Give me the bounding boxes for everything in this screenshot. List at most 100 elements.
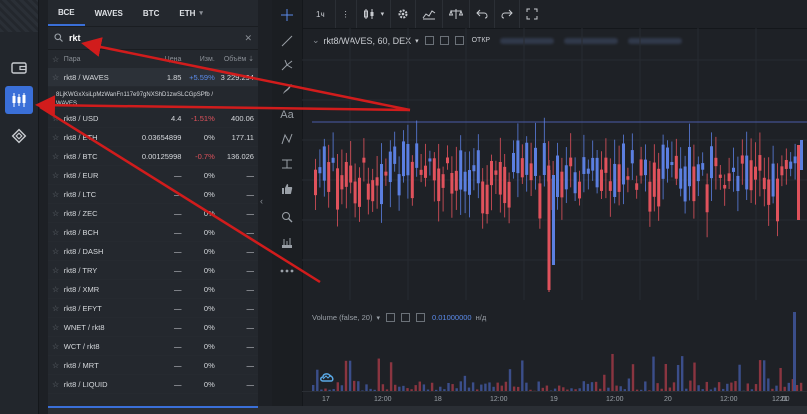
- table-row[interactable]: ☆ rkt8 / DASH — 0% —: [48, 242, 258, 261]
- time-tick: 12:00: [720, 396, 738, 403]
- table-row[interactable]: ☆ rkt8 / MRT — 0% —: [48, 356, 258, 375]
- brush-icon[interactable]: [277, 80, 297, 98]
- collapse-panel-icon[interactable]: ‹: [260, 196, 270, 210]
- table-row[interactable]: ☆ rkt8 / USD 4.4 -1.51% 400.06: [48, 109, 258, 128]
- pattern-icon[interactable]: [277, 130, 297, 148]
- star-icon[interactable]: ☆: [52, 152, 62, 161]
- star-icon[interactable]: ☆: [52, 342, 62, 351]
- star-icon[interactable]: ☆: [52, 73, 62, 82]
- star-icon[interactable]: ☆: [52, 323, 62, 332]
- table-row[interactable]: ☆ rkt8 / LIQUID — 0% —: [48, 375, 258, 394]
- candle-body: [600, 169, 603, 191]
- table-row[interactable]: ☆ rkt8 / TRY — 0% —: [48, 261, 258, 280]
- candle-body: [749, 160, 753, 191]
- table-row[interactable]: ☆ rkt8 / BTC 0.00125998 -0.7% 136.026: [48, 147, 258, 166]
- time-axis[interactable]: 17 12:00 18 12:00 19 12:00 20 12:00 21 12:00: [302, 391, 807, 407]
- pair-name: rkt8 / LTC: [63, 189, 97, 199]
- candle-body: [375, 177, 379, 186]
- pair-price: —: [173, 170, 182, 180]
- candle-body: [318, 167, 322, 174]
- search-input[interactable]: [67, 32, 245, 44]
- pair-price: —: [173, 379, 182, 389]
- bottom-bar: [48, 406, 807, 414]
- clear-search-icon[interactable]: ✕: [244, 33, 252, 44]
- star-icon[interactable]: ☆: [52, 171, 62, 180]
- star-icon[interactable]: ☆: [52, 247, 62, 256]
- candle-body: [494, 170, 498, 175]
- volume-bar: [656, 383, 659, 391]
- candle-body: [336, 168, 339, 210]
- pair-price: 0.03654899: [141, 132, 182, 142]
- candle-body: [331, 157, 335, 163]
- pair-change: 0%: [203, 208, 215, 218]
- thumbs-up-icon[interactable]: [277, 180, 297, 198]
- crosshair-icon[interactable]: [277, 6, 297, 24]
- chart-area[interactable]: Aa 1ч ⋮ ▾ ⌄ rkt8/WAVES, 60, DEX ▾ ОТКР V…: [272, 0, 807, 414]
- candle-body: [635, 183, 639, 190]
- trading-candles-icon[interactable]: [5, 86, 33, 114]
- volume-bar: [484, 383, 487, 391]
- volume-bar: [758, 360, 762, 391]
- zoom-icon[interactable]: [277, 208, 297, 226]
- pair-volume: —: [246, 170, 254, 180]
- candle-body: [569, 157, 573, 167]
- pitchfork-icon[interactable]: [277, 56, 297, 74]
- table-row[interactable]: ☆ WCT / rkt8 — 0% —: [48, 337, 258, 356]
- measure-icon[interactable]: [277, 155, 297, 173]
- more-tools-icon[interactable]: [277, 262, 297, 280]
- star-icon[interactable]: ☆: [52, 361, 62, 370]
- header-pair[interactable]: Пара: [62, 56, 140, 63]
- tab-waves[interactable]: WAVES: [85, 0, 133, 26]
- pair-volume: —: [246, 208, 254, 218]
- table-row[interactable]: ☆ rkt8 / EFYT — 0% —: [48, 299, 258, 318]
- table-row[interactable]: ☆ rkt8 / EUR — 0% —: [48, 166, 258, 185]
- tab-eth[interactable]: ETH ▾: [169, 0, 213, 26]
- table-row[interactable]: ☆ rkt8 / LTC — 0% —: [48, 185, 258, 204]
- pair-name: rkt8 / LIQUID: [63, 379, 108, 389]
- star-icon[interactable]: ☆: [52, 209, 62, 218]
- candle-body: [740, 155, 744, 164]
- table-row[interactable]: ☆ rkt8 / WAVES 1.85 +5.59% 3 229.294: [48, 68, 258, 87]
- tab-all[interactable]: ВСЕ: [48, 0, 85, 26]
- table-header: ☆ Пара Цена Изм. Объём ⇣: [48, 50, 258, 68]
- table-row[interactable]: ☆ rkt8 / ZEC — 0% —: [48, 204, 258, 223]
- star-icon[interactable]: ☆: [52, 304, 62, 313]
- candle-body: [666, 147, 669, 169]
- candle-body: [340, 175, 344, 190]
- header-price[interactable]: Цена: [140, 56, 182, 63]
- candle-body: [419, 169, 423, 175]
- star-icon[interactable]: ☆: [52, 285, 62, 294]
- star-icon[interactable]: ☆: [52, 190, 62, 199]
- pair-price: —: [173, 265, 182, 275]
- candle-body: [767, 179, 771, 205]
- volume-bar: [734, 381, 737, 391]
- volume-bar: [463, 375, 467, 391]
- table-row[interactable]: ☆ rkt8 / ETH 0.03654899 0% 177.11: [48, 128, 258, 147]
- text-tool-icon[interactable]: Aa: [277, 106, 297, 124]
- pair-name: rkt8 / DASH: [63, 246, 104, 256]
- trend-line-icon[interactable]: [277, 32, 297, 50]
- volume-bar: [693, 362, 696, 391]
- pair-name: rkt8 / EFYT: [63, 303, 102, 313]
- dex-diamond-icon[interactable]: [5, 122, 33, 150]
- pair-price: 1.85: [166, 72, 182, 82]
- candle-body: [578, 181, 581, 199]
- star-icon[interactable]: ☆: [52, 228, 62, 237]
- magnet-icon[interactable]: [277, 234, 297, 252]
- star-icon[interactable]: ☆: [52, 114, 62, 123]
- header-change[interactable]: Изм.: [181, 56, 215, 63]
- star-icon[interactable]: ☆: [52, 133, 62, 142]
- volume-bars[interactable]: [302, 292, 807, 392]
- candle-body: [512, 152, 515, 173]
- tab-btc[interactable]: BTC: [133, 0, 169, 26]
- star-icon[interactable]: ☆: [52, 266, 62, 275]
- price-candles[interactable]: [302, 0, 807, 300]
- candle-body: [727, 173, 731, 182]
- table-row[interactable]: ☆ WNET / rkt8 — 0% —: [48, 318, 258, 337]
- volume-bar: [389, 362, 393, 391]
- wallet-icon[interactable]: [5, 54, 33, 82]
- star-icon[interactable]: ☆: [52, 380, 62, 389]
- table-row[interactable]: ☆ rkt8 / XMR — 0% —: [48, 280, 258, 299]
- header-volume[interactable]: Объём ⇣: [215, 55, 254, 63]
- table-row[interactable]: ☆ rkt8 / BCH — 0% —: [48, 223, 258, 242]
